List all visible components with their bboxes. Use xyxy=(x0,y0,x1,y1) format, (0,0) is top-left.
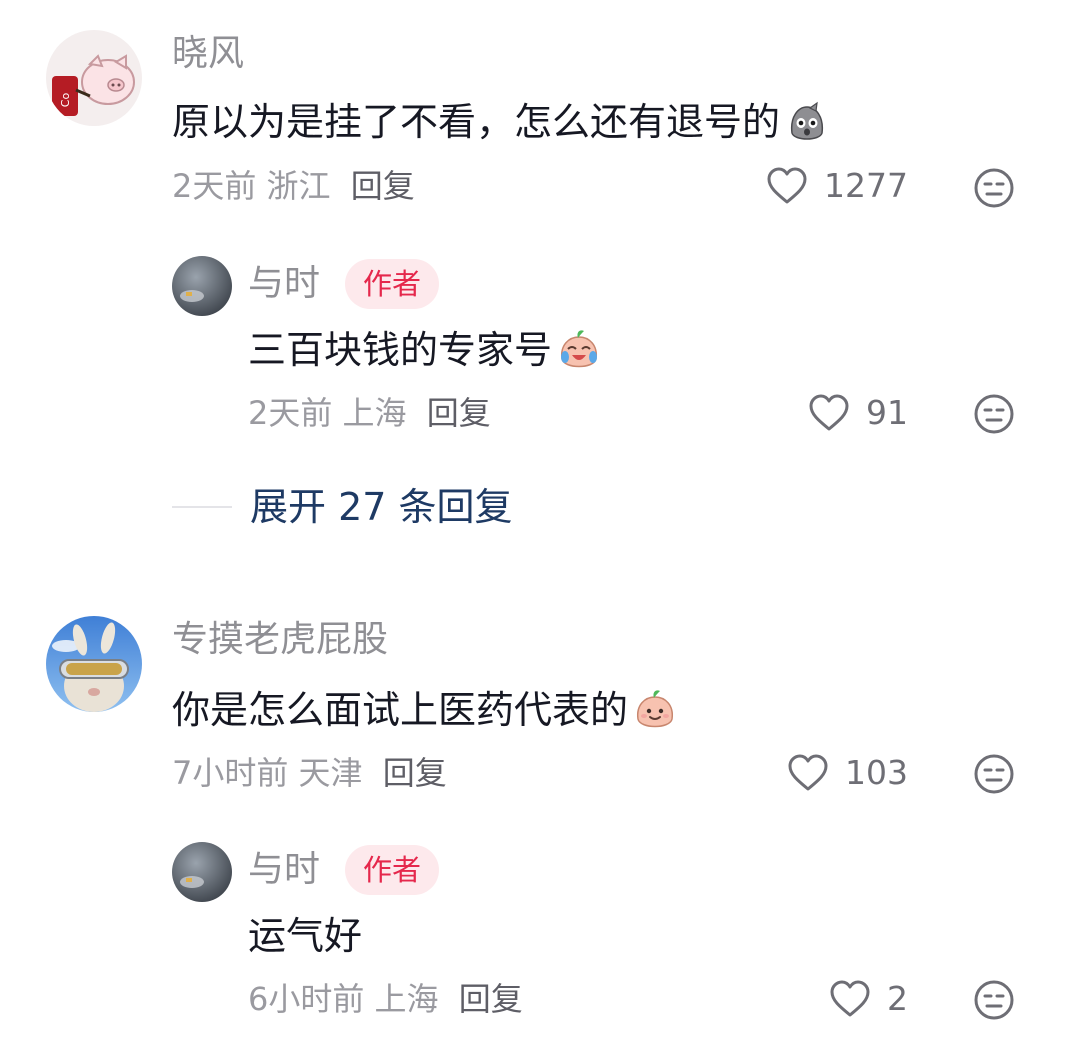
crying-laughing-emoji-icon xyxy=(556,327,602,373)
reply-location: 上海 xyxy=(342,394,407,432)
comment-meta: 2天前 浙江 回复 xyxy=(172,166,415,206)
like-count: 91 xyxy=(866,393,908,432)
comment-location: 天津 xyxy=(298,754,363,792)
reply-button[interactable]: 回复 xyxy=(427,394,491,432)
reply-text-body: 运气好 xyxy=(248,914,363,958)
dislike-face-icon[interactable] xyxy=(972,978,1016,1022)
reply-meta: 6小时前 上海 回复 xyxy=(248,979,523,1019)
reply-text-body: 三百块钱的专家号 xyxy=(248,328,553,372)
author-badge: 作者 xyxy=(345,845,440,895)
dislike-face-icon[interactable] xyxy=(972,166,1016,210)
reply-text: 运气好 xyxy=(248,912,362,960)
reply-button[interactable]: 回复 xyxy=(351,167,415,205)
like-button[interactable]: 91 xyxy=(720,393,908,433)
like-count: 1277 xyxy=(824,166,908,205)
reply-text: 三百块钱的专家号 xyxy=(248,326,602,374)
shocked-face-emoji-icon xyxy=(784,99,830,145)
comment-location: 浙江 xyxy=(266,167,331,205)
reply-username[interactable]: 与时 xyxy=(248,262,320,306)
reply-location: 上海 xyxy=(374,980,439,1018)
comment-text-body: 原以为是挂了不看，怎么还有退号的 xyxy=(172,100,781,144)
reply-time: 6小时前 xyxy=(248,980,365,1018)
comment-list: Co 晓风 原以为是挂了不看，怎么还有退号的 2天前 浙江 回复 1277 与时… xyxy=(0,0,1080,1050)
heart-icon xyxy=(809,394,849,431)
comment-text: 原以为是挂了不看，怎么还有退号的 xyxy=(172,98,830,146)
avatar[interactable] xyxy=(46,616,142,712)
reply-username[interactable]: 与时 xyxy=(248,848,320,892)
dislike-face-icon[interactable] xyxy=(972,752,1016,796)
reply-button[interactable]: 回复 xyxy=(383,754,447,792)
comment-text-body: 你是怎么面试上医药代表的 xyxy=(172,688,629,732)
expand-replies-label: 展开 27 条回复 xyxy=(250,485,513,529)
like-button[interactable]: 1277 xyxy=(720,166,908,206)
expand-replies-button[interactable]: 展开 27 条回复 xyxy=(172,483,513,531)
avatar[interactable] xyxy=(172,842,232,902)
avatar[interactable]: Co xyxy=(46,30,142,126)
like-count: 103 xyxy=(845,753,908,792)
comment-meta: 7小时前 天津 回复 xyxy=(172,753,447,793)
heart-icon xyxy=(788,754,828,791)
comment-username[interactable]: 晓风 xyxy=(172,32,244,76)
dislike-face-icon[interactable] xyxy=(972,392,1016,436)
smiling-peach-emoji-icon xyxy=(632,687,678,733)
expand-divider xyxy=(172,506,232,508)
author-badge: 作者 xyxy=(345,259,440,309)
reply-button[interactable]: 回复 xyxy=(459,980,523,1018)
reply-meta: 2天前 上海 回复 xyxy=(248,393,491,433)
like-button[interactable]: 2 xyxy=(720,979,908,1019)
avatar[interactable] xyxy=(172,256,232,316)
like-count: 2 xyxy=(887,979,908,1018)
comment-username[interactable]: 专摸老虎屁股 xyxy=(172,618,388,662)
comment-time: 2天前 xyxy=(172,167,257,205)
heart-icon xyxy=(767,167,807,204)
heart-icon xyxy=(830,980,870,1017)
svg-text:Co: Co xyxy=(59,93,72,108)
comment-time: 7小时前 xyxy=(172,754,289,792)
comment-text: 你是怎么面试上医药代表的 xyxy=(172,686,678,734)
like-button[interactable]: 103 xyxy=(720,753,908,793)
reply-time: 2天前 xyxy=(248,394,333,432)
